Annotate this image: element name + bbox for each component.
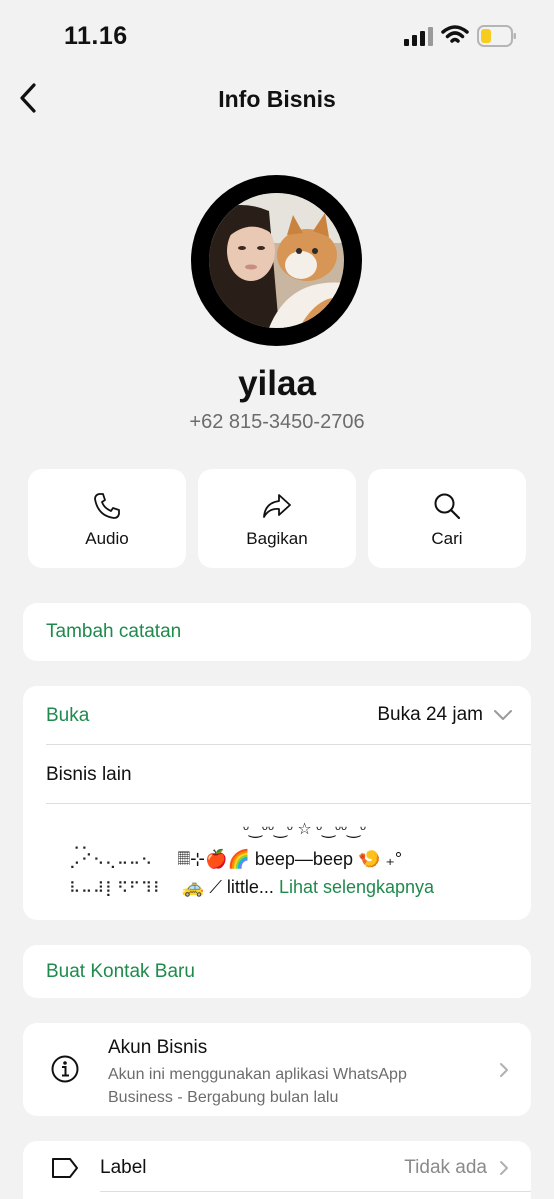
search-button[interactable]: Cari xyxy=(368,469,526,568)
info-icon xyxy=(51,1055,79,1083)
business-account-description: Akun ini menggunakan aplikasi WhatsApp B… xyxy=(108,1066,407,1106)
add-note-link[interactable]: Tambah catatan xyxy=(46,621,181,643)
share-label: Bagikan xyxy=(246,528,308,548)
cellular-signal-icon xyxy=(404,27,433,46)
new-contact-card[interactable]: Buat Kontak Baru xyxy=(23,945,531,998)
divider xyxy=(100,1191,531,1192)
chevron-down-icon xyxy=(494,710,512,720)
page-title: Info Bisnis xyxy=(218,86,336,112)
new-contact-link[interactable]: Buat Kontak Baru xyxy=(46,961,195,983)
phone-icon xyxy=(92,489,122,523)
battery-low-icon xyxy=(477,25,516,47)
hours-value: Buka 24 jam xyxy=(377,704,483,725)
bio-line: ᵕ‿ᵕᵕ‿ᵕ ☆ ᵕ‿ᵕᵕ‿ᵕ xyxy=(243,821,366,838)
profile-photo xyxy=(209,193,344,328)
profile-phone: +62 815-3450-2706 xyxy=(189,411,365,433)
business-hours-card: Buka Buka 24 jam Bisnis lain ᵕ‿ᵕᵕ‿ᵕ ☆ ᵕ‿… xyxy=(23,686,531,920)
business-account-title: Akun Bisnis xyxy=(108,1037,208,1058)
see-more-link[interactable]: Lihat selengkapnya xyxy=(279,877,434,897)
quick-actions: Audio Bagikan Cari xyxy=(28,469,526,568)
label-value: Tidak ada xyxy=(404,1157,487,1178)
divider xyxy=(46,744,531,745)
audio-call-button[interactable]: Audio xyxy=(28,469,186,568)
other-business-label: Bisnis lain xyxy=(46,764,132,785)
bio-line: ⠧⠤⠼⡇⠫⠋⠹⠇ 🚕 ⟋ little... Lihat selengkapny… xyxy=(69,877,434,898)
share-button[interactable]: Bagikan xyxy=(198,469,356,568)
audio-label: Audio xyxy=(85,528,129,548)
label-card[interactable]: Label Tidak ada xyxy=(23,1141,531,1199)
add-note-card[interactable]: Tambah catatan xyxy=(23,603,531,661)
hours-label: Buka xyxy=(46,705,90,726)
search-icon xyxy=(432,489,462,523)
label-title: Label xyxy=(100,1157,147,1178)
bio-text: 🚕 ⟋ little... xyxy=(181,877,274,897)
avatar[interactable] xyxy=(191,175,362,346)
divider xyxy=(46,803,531,804)
hours-selector[interactable]: Buka 24 jam xyxy=(377,700,513,730)
bio-text: 𝄜⊹🍎🌈 beep—beep 🍤 ₊° xyxy=(177,849,403,869)
wifi-icon xyxy=(441,25,469,43)
chevron-right-icon xyxy=(500,1063,508,1077)
chevron-right-icon xyxy=(500,1161,508,1175)
bio-art: ⠧⠤⠼⡇⠫⠋⠹⠇ xyxy=(69,879,165,897)
business-account-card[interactable]: Akun Bisnis Akun ini menggunakan aplikas… xyxy=(23,1023,531,1116)
status-bar: 11.16 xyxy=(0,0,554,70)
search-label: Cari xyxy=(431,528,463,548)
status-time: 11.16 xyxy=(64,22,128,50)
share-icon xyxy=(261,489,293,523)
bio-line: ⡠⠊⠢⢄⠤⠤⠢ 𝄜⊹🍎🌈 beep—beep 🍤 ₊° xyxy=(69,849,402,870)
profile-name: yilaa xyxy=(238,364,316,403)
label-tag-icon xyxy=(52,1158,78,1178)
bio-art: ⡠⠊⠢⢄⠤⠤⠢ xyxy=(69,851,153,869)
business-info-screen: 11.16 Info Bisnis yilaa +62 815-3450-270… xyxy=(0,0,554,1199)
